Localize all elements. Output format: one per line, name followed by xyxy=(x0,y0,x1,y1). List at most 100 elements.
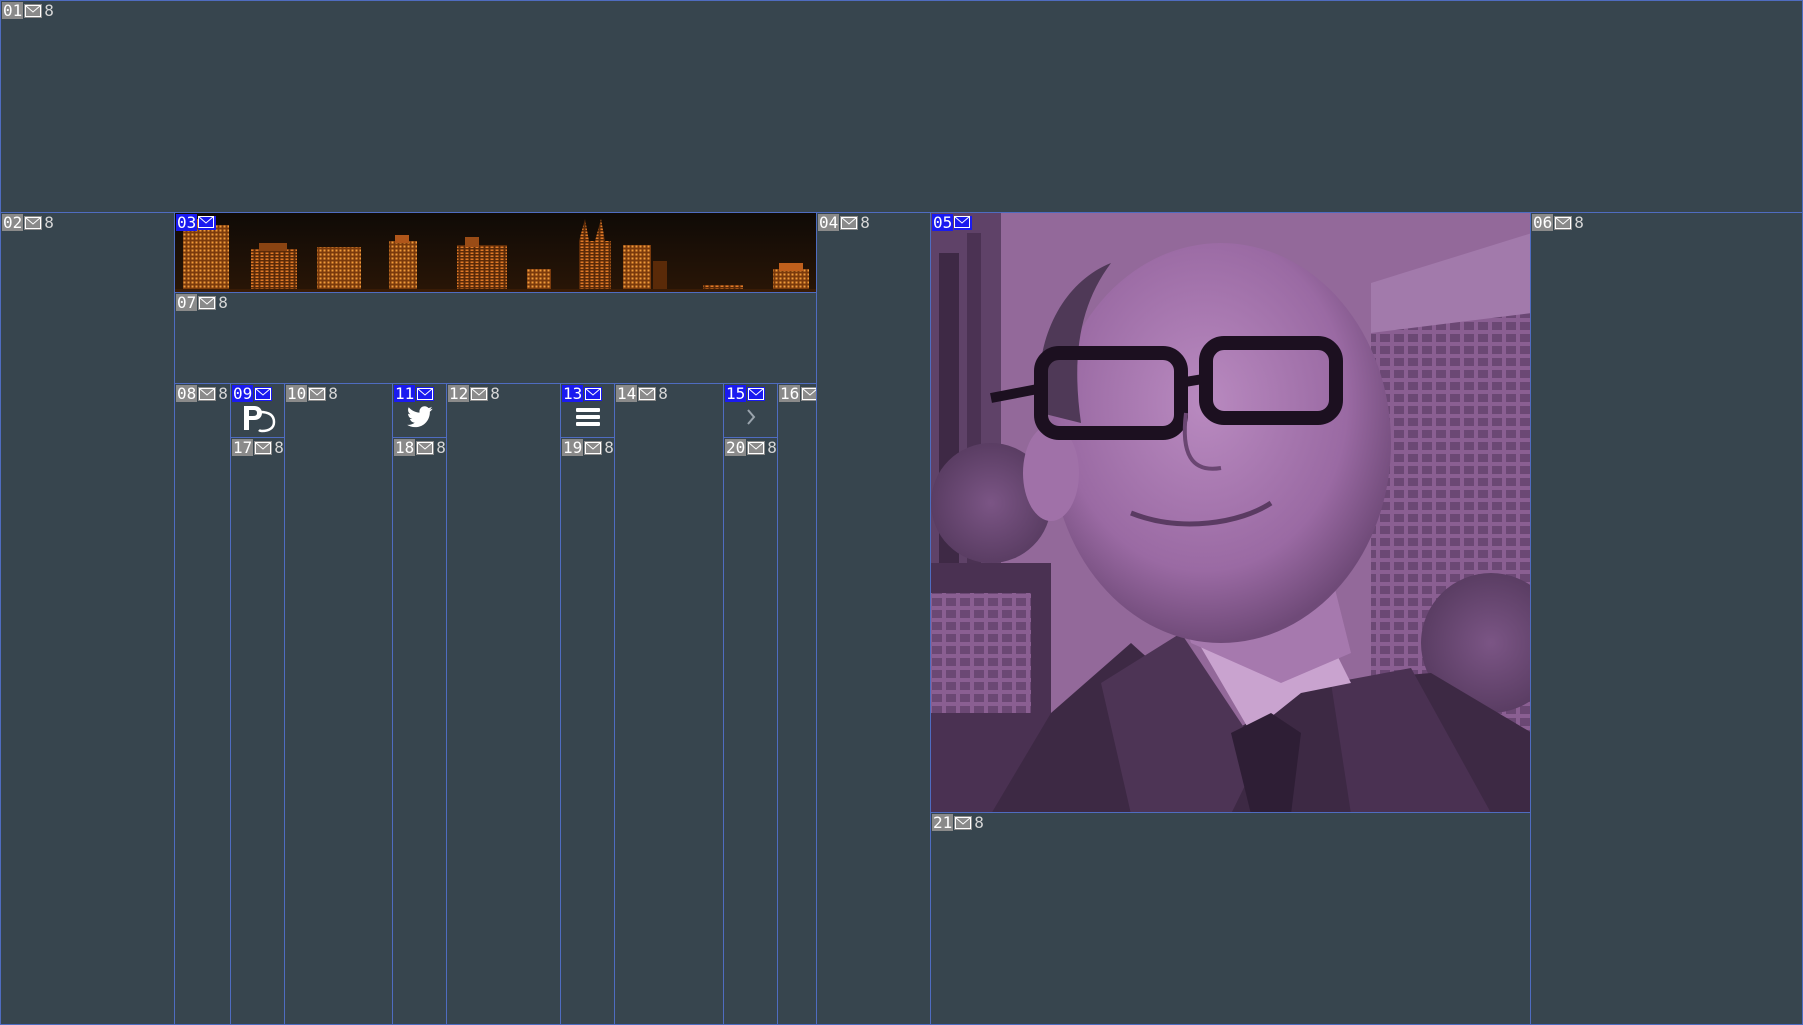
cell-tag: 14 8 xyxy=(616,385,668,402)
envelope-icon xyxy=(638,386,657,401)
envelope-icon xyxy=(198,295,217,310)
cell-count: 8 xyxy=(860,213,870,232)
envelope-icon xyxy=(24,215,43,230)
cell-number: 07 xyxy=(176,293,198,312)
cell-tag: 18 8 xyxy=(394,439,446,456)
envelope-icon xyxy=(584,440,603,455)
cell-number: 11 xyxy=(394,384,416,403)
envelope-icon xyxy=(416,440,435,455)
cell-tag: 19 8 xyxy=(562,439,614,456)
cell-tag: 21 8 xyxy=(932,814,984,831)
region-02: 02 8 xyxy=(0,212,175,1025)
cell-count: 8 xyxy=(974,813,984,832)
cell-number: 18 xyxy=(394,438,416,457)
cell-tag: 12 8 xyxy=(448,385,500,402)
envelope-icon xyxy=(198,386,217,401)
cell-tag: 08 8 xyxy=(176,385,228,402)
cell-tag: 15 xyxy=(725,385,766,402)
cell-tag: 07 8 xyxy=(176,294,228,311)
cell-count: 8 xyxy=(767,438,777,457)
cell-number: 14 xyxy=(616,384,638,403)
cell-number: 21 xyxy=(932,813,954,832)
twitter-bird-icon xyxy=(393,404,446,430)
cell-tag: 01 8 xyxy=(2,2,54,19)
cell-number: 13 xyxy=(562,384,584,403)
cell-number: 06 xyxy=(1532,213,1554,232)
cell-tag: 20 8 xyxy=(725,439,777,456)
cell-number: 15 xyxy=(725,384,747,403)
cell-number: 19 xyxy=(562,438,584,457)
envelope-icon xyxy=(747,440,766,455)
cell-tag: 13 xyxy=(562,385,603,402)
chevron-right-icon xyxy=(724,404,777,430)
skyline-image xyxy=(175,213,816,292)
region-16: 16 xyxy=(777,383,817,1025)
region-10: 10 8 xyxy=(284,383,393,1025)
envelope-icon xyxy=(840,215,859,230)
envelope-icon xyxy=(747,386,766,401)
region-06: 06 8 xyxy=(1530,212,1803,1025)
cell-count: 8 xyxy=(436,438,446,457)
cell-count: 8 xyxy=(328,384,338,403)
publication-logo-icon xyxy=(231,402,284,434)
region-08: 08 8 xyxy=(174,383,231,1025)
region-18: 18 8 xyxy=(392,437,447,1025)
next-button[interactable]: 15 xyxy=(723,383,778,438)
region-17: 17 8 xyxy=(230,437,285,1025)
cell-number: 08 xyxy=(176,384,198,403)
envelope-icon xyxy=(1554,215,1573,230)
cell-count: 8 xyxy=(44,1,54,20)
envelope-icon xyxy=(470,386,489,401)
cell-number: 09 xyxy=(232,384,254,403)
envelope-icon xyxy=(584,386,603,401)
cell-count: 8 xyxy=(44,213,54,232)
region-20: 20 8 xyxy=(723,437,778,1025)
cell-count: 8 xyxy=(218,384,228,403)
cell-tag: 02 8 xyxy=(2,214,54,231)
cell-number: 03 xyxy=(176,213,198,232)
hamburger-menu-icon xyxy=(561,404,614,430)
cell-tag: 06 8 xyxy=(1532,214,1584,231)
cell-number: 05 xyxy=(932,213,954,232)
envelope-icon xyxy=(24,3,43,18)
envelope-icon xyxy=(801,386,816,401)
region-21: 21 8 xyxy=(930,812,1531,1025)
region-01: 01 8 xyxy=(0,0,1803,213)
region-04: 04 8 xyxy=(816,212,931,1025)
cell-tag: 17 8 xyxy=(232,439,284,456)
cell-count: 8 xyxy=(604,438,614,457)
cell-number: 02 xyxy=(2,213,24,232)
region-14: 14 8 xyxy=(614,383,724,1025)
cell-count: 8 xyxy=(490,384,500,403)
cell-tag: 05 xyxy=(932,214,973,231)
cell-number: 16 xyxy=(779,384,801,403)
cell-tag: 10 8 xyxy=(286,385,338,402)
cell-tag: 09 xyxy=(232,385,273,402)
twitter-button[interactable]: 11 xyxy=(392,383,447,438)
envelope-icon xyxy=(416,386,435,401)
cell-count: 8 xyxy=(274,438,284,457)
envelope-icon xyxy=(198,215,217,230)
cell-tag: 03 xyxy=(176,214,217,231)
cell-number: 17 xyxy=(232,438,254,457)
cell-number: 20 xyxy=(725,438,747,457)
cell-number: 04 xyxy=(818,213,840,232)
cell-count: 8 xyxy=(1574,213,1584,232)
envelope-icon xyxy=(254,386,273,401)
cell-number: 10 xyxy=(286,384,308,403)
cell-tag: 16 xyxy=(779,384,816,403)
region-07: 07 8 xyxy=(174,292,817,384)
cell-number: 01 xyxy=(2,1,24,20)
cell-tag: 04 8 xyxy=(818,214,870,231)
cell-count: 8 xyxy=(218,293,228,312)
envelope-icon xyxy=(954,815,973,830)
envelope-icon xyxy=(954,215,973,230)
portrait-photo: 05 xyxy=(930,212,1531,813)
portrait-image xyxy=(931,213,1530,812)
publication-logo-button[interactable]: 09 xyxy=(230,383,285,438)
cell-tag: 11 xyxy=(394,385,435,402)
envelope-icon xyxy=(254,440,273,455)
menu-button[interactable]: 13 xyxy=(560,383,615,438)
city-skyline-banner: 03 xyxy=(174,212,817,293)
region-19: 19 8 xyxy=(560,437,615,1025)
